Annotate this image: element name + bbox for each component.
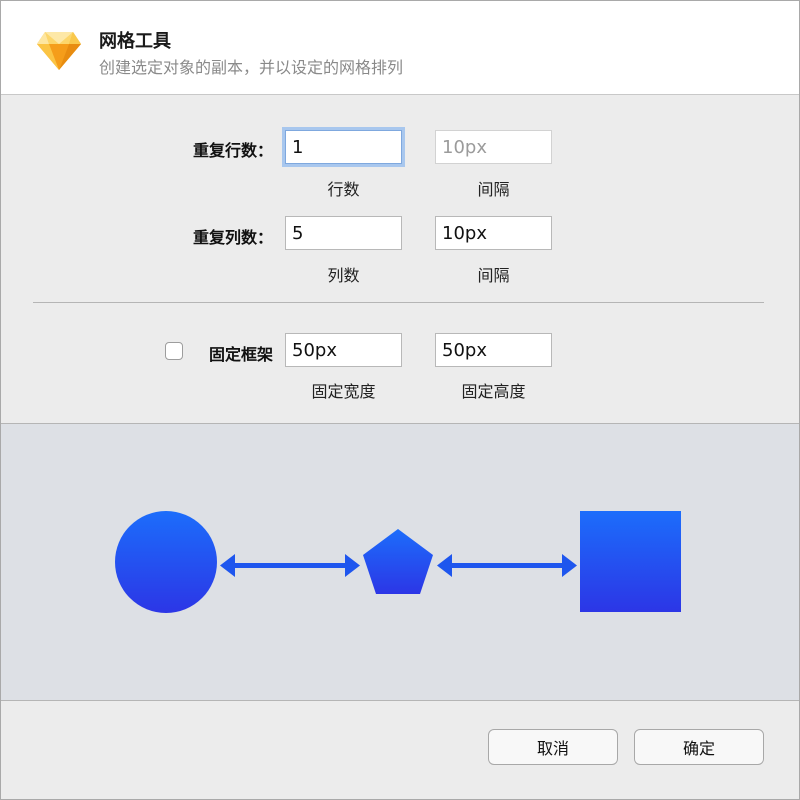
- columns-input[interactable]: [285, 216, 402, 250]
- square-shape: [580, 511, 681, 612]
- fixed-frame-label[interactable]: 固定框架: [163, 341, 273, 365]
- columns-label: 重复列数：: [192, 228, 273, 247]
- cancel-button[interactable]: 取消: [488, 729, 618, 765]
- dialog-header: 网格工具 创建选定对象的副本，并以设定的网格排列: [1, 1, 799, 95]
- sketch-diamond-icon: [37, 32, 81, 70]
- dialog-subtitle: 创建选定对象的副本，并以设定的网格排列: [99, 58, 404, 77]
- fixed-width-input[interactable]: [285, 333, 402, 367]
- grid-tool-dialog: 网格工具 创建选定对象的副本，并以设定的网格排列 重复行数： 行数 间隔 重复列…: [0, 0, 800, 800]
- fixed-height-input[interactable]: [435, 333, 552, 367]
- columns-spacing-caption: 间隔: [477, 266, 510, 285]
- preview-area: [1, 423, 799, 701]
- rows-caption: 行数: [327, 180, 360, 199]
- pentagon-shape: [363, 529, 433, 594]
- dialog-title: 网格工具: [99, 31, 171, 52]
- confirm-button[interactable]: 确定: [634, 729, 764, 765]
- rows-input[interactable]: [285, 130, 402, 164]
- preview-illustration: [115, 511, 681, 613]
- left-double-arrow: [220, 554, 360, 577]
- rows-spacing-input[interactable]: [435, 130, 552, 164]
- rows-spacing-caption: 间隔: [477, 180, 510, 199]
- rows-label: 重复行数：: [192, 141, 273, 160]
- columns-caption: 列数: [327, 266, 360, 285]
- fixed-height-caption: 固定高度: [461, 382, 526, 401]
- right-double-arrow: [437, 554, 577, 577]
- columns-spacing-input[interactable]: [435, 216, 552, 250]
- section-divider: [33, 302, 764, 303]
- circle-shape: [115, 511, 217, 613]
- fixed-width-caption: 固定宽度: [311, 382, 376, 401]
